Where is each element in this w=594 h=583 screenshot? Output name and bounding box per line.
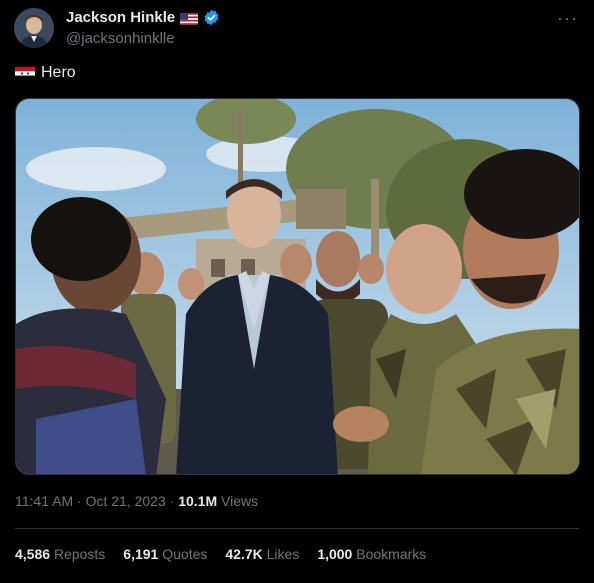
bookmarks-stat[interactable]: 1,000 Bookmarks [317, 546, 426, 562]
reposts-stat[interactable]: 4,586 Reposts [15, 546, 105, 562]
verified-badge-icon [203, 9, 220, 26]
meta-separator: · [77, 493, 82, 509]
engagement-stats: 4,586 Reposts 6,191 Quotes 42.7K Likes 1… [15, 546, 426, 562]
likes-count: 42.7K [225, 546, 263, 562]
syria-flag-icon [15, 66, 35, 80]
reposts-label: Reposts [53, 546, 106, 562]
tweet-text: Hero [15, 64, 76, 82]
author-handle[interactable]: @jacksonhinklle [66, 30, 175, 47]
more-options-icon[interactable]: ··· [557, 8, 578, 29]
quotes-stat[interactable]: 6,191 Quotes [123, 546, 207, 562]
tweet-date[interactable]: Oct 21, 2023 [86, 493, 166, 509]
reposts-count: 4,586 [15, 546, 51, 562]
us-flag-icon [180, 12, 199, 25]
tweet-body: Hero [41, 64, 76, 81]
quotes-label: Quotes [162, 546, 208, 562]
likes-stat[interactable]: 42.7K Likes [225, 546, 299, 562]
quotes-count: 6,191 [123, 546, 159, 562]
author-name-row[interactable]: Jackson Hinkle [66, 9, 220, 26]
tweet-time[interactable]: 11:41 AM [15, 493, 73, 509]
bookmarks-label: Bookmarks [356, 546, 427, 562]
divider [15, 528, 579, 529]
tweet-meta: 11:41 AM · Oct 21, 2023 · 10.1M Views [15, 493, 258, 509]
tweet-card: Jackson Hinkle @jacksonhinklle ··· Hero … [0, 0, 594, 583]
likes-label: Likes [266, 546, 300, 562]
views-count: 10.1M [178, 493, 218, 509]
author-name[interactable]: Jackson Hinkle [66, 9, 175, 26]
views-label: Views [221, 493, 259, 509]
avatar[interactable] [14, 8, 54, 48]
tweet-photo[interactable] [15, 98, 580, 475]
bookmarks-count: 1,000 [317, 546, 353, 562]
meta-separator: · [169, 493, 175, 509]
photo-illustration [16, 99, 579, 474]
